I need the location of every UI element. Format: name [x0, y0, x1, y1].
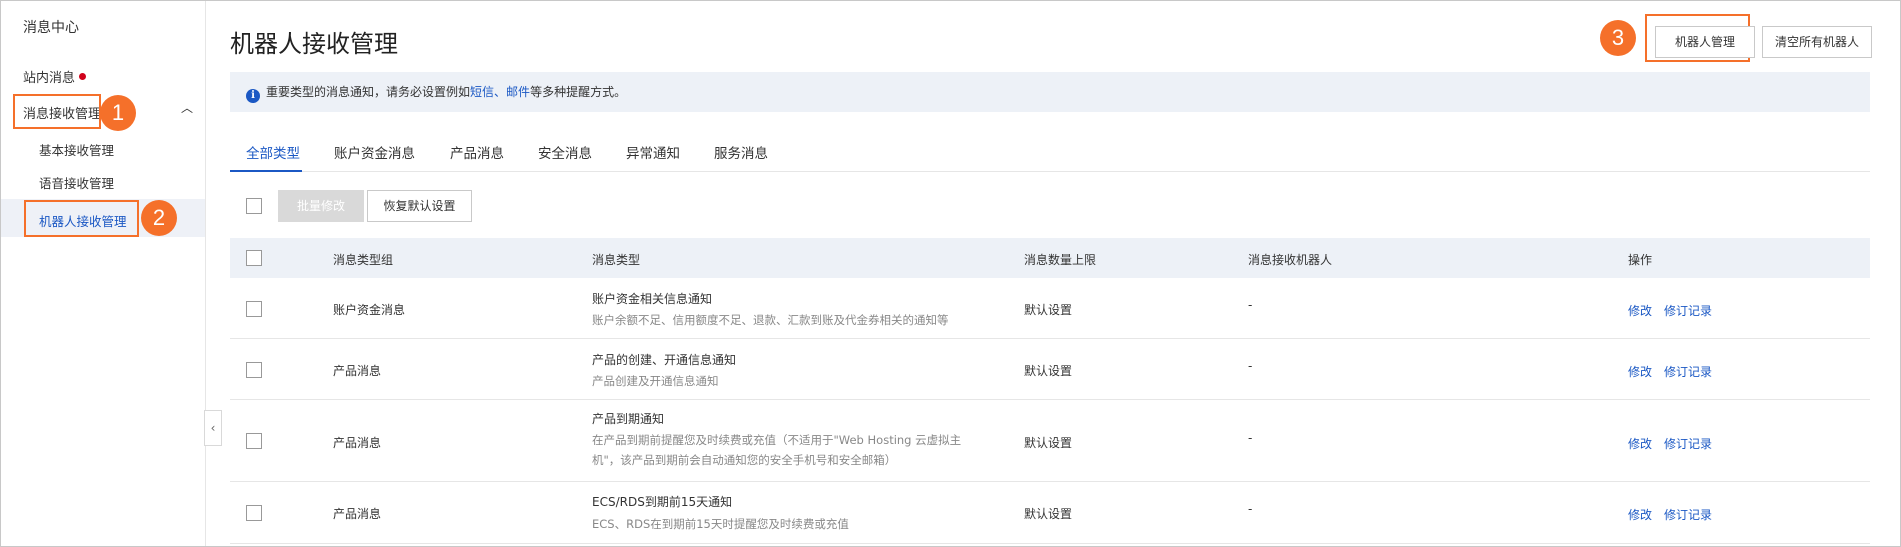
history-link[interactable]: 修订记录 — [1664, 302, 1712, 319]
notice-banner: i 重要类型的消息通知，请务必设置例如短信、邮件等多种提醒方式。 — [230, 72, 1870, 112]
history-link[interactable]: 修订记录 — [1664, 435, 1712, 452]
active-tab-indicator — [230, 170, 302, 172]
row-checkbox[interactable] — [246, 301, 262, 317]
col-group: 消息类型组 — [333, 253, 394, 267]
edit-link[interactable]: 修改 — [1628, 435, 1652, 452]
row-type-title: 账户资金相关信息通知 — [592, 292, 713, 306]
tab-account-funds[interactable]: 账户资金消息 — [334, 142, 415, 162]
row-limit: 默认设置 — [1024, 303, 1073, 317]
tab-security[interactable]: 安全消息 — [538, 142, 592, 162]
batch-edit-button[interactable]: 批量修改 — [278, 190, 364, 222]
row-type-desc: 在产品到期前提醒您及时续费或充值（不适用于"Web Hosting 云虚拟主 — [592, 433, 962, 447]
annotation-badge-2: 2 — [141, 200, 177, 236]
row-group: 产品消息 — [333, 436, 382, 450]
edit-link[interactable]: 修改 — [1628, 363, 1652, 380]
row-type-title: 产品的创建、开通信息通知 — [592, 353, 737, 367]
col-limit: 消息数量上限 — [1024, 253, 1097, 267]
row-group: 产品消息 — [333, 364, 382, 378]
type-tabs: 全部类型 账户资金消息 产品消息 安全消息 异常通知 服务消息 — [230, 136, 1870, 172]
tab-exception[interactable]: 异常通知 — [626, 142, 680, 162]
history-link[interactable]: 修订记录 — [1664, 363, 1712, 380]
table-row: 产品消息 产品的创建、开通信息通知 产品创建及开通信息通知 默认设置 - 修改 … — [230, 339, 1870, 400]
row-type-title: 产品到期通知 — [592, 412, 665, 426]
sms-link[interactable]: 短信 — [470, 85, 494, 99]
page-title: 机器人接收管理 — [230, 30, 398, 58]
robot-manage-button[interactable]: 机器人管理 — [1655, 26, 1755, 58]
row-checkbox[interactable] — [246, 362, 262, 378]
row-group: 账户资金消息 — [333, 303, 406, 317]
row-type-desc: 账户余额不足、信用额度不足、退款、汇款到账及代金券相关的通知等 — [592, 313, 949, 327]
mail-link[interactable]: 邮件 — [506, 85, 530, 99]
notice-separator: 、 — [494, 85, 507, 99]
col-type: 消息类型 — [592, 253, 641, 267]
sidebar-collapse-button[interactable]: ‹ — [204, 410, 222, 446]
clear-robots-button[interactable]: 清空所有机器人 — [1762, 26, 1872, 58]
row-checkbox[interactable] — [246, 505, 262, 521]
row-type-desc: ECS、RDS在到期前15天时提醒您及时续费或充值 — [592, 517, 849, 531]
tab-product[interactable]: 产品消息 — [450, 142, 504, 162]
tab-all[interactable]: 全部类型 — [246, 142, 300, 162]
row-type-title: ECS/RDS到期前15天通知 — [592, 495, 733, 509]
table-row: 账户资金消息 账户资金相关信息通知 账户余额不足、信用额度不足、退款、汇款到账及… — [230, 278, 1870, 339]
restore-default-button[interactable]: 恢复默认设置 — [367, 190, 472, 222]
row-type-desc: 产品创建及开通信息通知 — [592, 374, 719, 388]
red-dot-icon — [79, 73, 87, 80]
sidebar-item-label: 站内消息 — [23, 71, 76, 86]
notice-text-end: 等多种提醒方式。 — [530, 85, 627, 99]
notice-text: 重要类型的消息通知，请务必设置例如 — [266, 85, 471, 99]
select-all-checkbox[interactable] — [246, 198, 262, 214]
chevron-up-icon[interactable]: ︿ — [181, 99, 193, 116]
info-icon: i — [246, 89, 260, 103]
annotation-badge-1: 1 — [100, 95, 136, 131]
row-robot: - — [1248, 502, 1253, 516]
sidebar: 消息中心 站内消息 消息接收管理 ︿ 基本接收管理 语音接收管理 机器人接收管理 — [1, 1, 206, 546]
highlight-box-1 — [13, 94, 101, 129]
sidebar-item-voice-receive[interactable]: 语音接收管理 — [39, 173, 114, 192]
table-header: 消息类型组 消息类型 消息数量上限 消息接收机器人 操作 — [230, 238, 1870, 278]
row-type-desc: 机"，该产品到期前会自动通知您的安全手机号和安全邮箱） — [592, 453, 897, 467]
row-limit: 默认设置 — [1024, 436, 1073, 450]
row-robot: - — [1248, 359, 1253, 373]
chevron-left-icon: ‹ — [210, 421, 216, 435]
sidebar-title: 消息中心 — [23, 20, 79, 36]
edit-link[interactable]: 修改 — [1628, 302, 1652, 319]
edit-link[interactable]: 修改 — [1628, 506, 1652, 523]
table-row: 产品消息 产品到期通知 在产品到期前提醒您及时续费或充值（不适用于"Web Ho… — [230, 400, 1870, 482]
row-limit: 默认设置 — [1024, 364, 1073, 378]
row-group: 产品消息 — [333, 507, 382, 521]
col-actions: 操作 — [1628, 253, 1653, 267]
history-link[interactable]: 修订记录 — [1664, 506, 1712, 523]
row-robot: - — [1248, 298, 1253, 312]
table-row: 产品消息 ECS/RDS到期前15天通知 ECS、RDS在到期前15天时提醒您及… — [230, 482, 1870, 544]
header-checkbox[interactable] — [246, 250, 262, 266]
tab-service[interactable]: 服务消息 — [714, 142, 768, 162]
col-robot: 消息接收机器人 — [1248, 253, 1333, 267]
row-robot: - — [1248, 431, 1253, 445]
highlight-box-2 — [24, 200, 139, 237]
row-checkbox[interactable] — [246, 433, 262, 449]
row-limit: 默认设置 — [1024, 507, 1073, 521]
sidebar-item-basic-receive[interactable]: 基本接收管理 — [39, 140, 114, 159]
annotation-badge-3: 3 — [1600, 20, 1636, 56]
sidebar-item-inbox[interactable]: 站内消息 — [23, 67, 87, 86]
